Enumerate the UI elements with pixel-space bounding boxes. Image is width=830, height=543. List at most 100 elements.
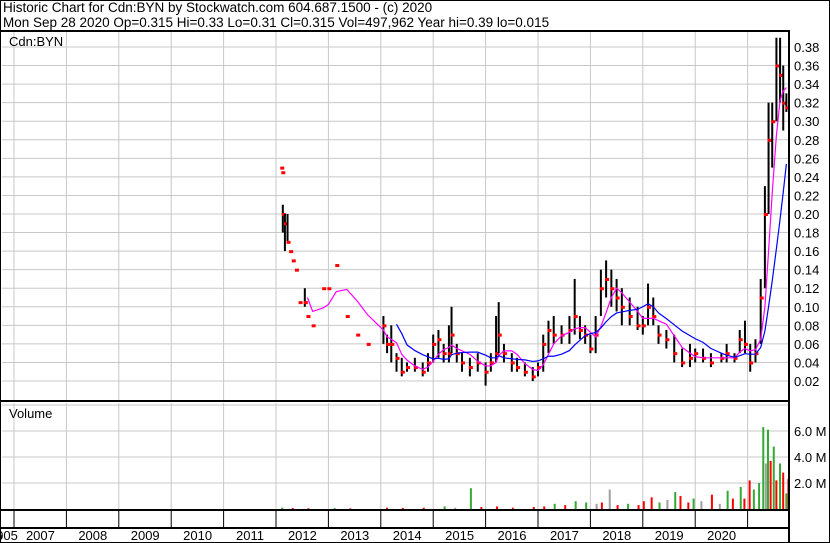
x-tick-label: 2015	[445, 528, 474, 543]
volume-bar	[758, 483, 761, 509]
close-marker	[610, 287, 615, 291]
volume-tick-label: 6.0 M	[794, 424, 827, 439]
x-tick-label: 2013	[340, 528, 369, 543]
y-tick-label: 0.14	[794, 263, 819, 278]
x-tick-label: 2011	[236, 528, 264, 543]
y-tick-label: 0.10	[794, 300, 819, 315]
volume-bar	[700, 501, 703, 509]
close-marker	[523, 370, 528, 374]
volume-bar	[785, 493, 788, 509]
volume-bar	[616, 505, 619, 509]
volume-bar	[748, 480, 751, 509]
close-marker	[636, 324, 641, 328]
close-marker	[759, 296, 764, 300]
volume-bar	[666, 499, 669, 509]
close-marker	[289, 250, 294, 254]
grid	[2, 30, 789, 509]
x-tick-label: 2016	[498, 528, 527, 543]
y-tick-label: 0.16	[794, 244, 819, 259]
x-tick-label: 2010	[183, 528, 212, 543]
close-marker	[531, 375, 536, 379]
y-tick-label: 0.20	[794, 207, 819, 222]
volume-bar	[731, 498, 734, 509]
x-tick-label: 2019	[655, 528, 684, 543]
close-marker	[303, 301, 308, 305]
volume-bar	[333, 508, 336, 509]
close-marker	[437, 338, 442, 342]
close-marker	[620, 305, 625, 309]
outer-frame	[0, 0, 830, 543]
close-marker	[327, 287, 332, 291]
volume-bar	[543, 506, 546, 509]
volume-bar	[480, 507, 483, 509]
close-marker	[657, 333, 662, 337]
y-tick-label: 0.06	[794, 337, 819, 352]
close-marker	[356, 333, 361, 337]
close-marker	[280, 166, 285, 170]
close-marker	[450, 333, 455, 337]
close-marker	[749, 361, 754, 365]
volume-bar	[532, 507, 535, 509]
volume-bar	[764, 463, 767, 509]
close-marker	[345, 315, 350, 319]
y-tick-label: 0.30	[794, 114, 819, 129]
close-marker	[775, 64, 780, 68]
close-marker	[767, 138, 772, 142]
close-marker	[497, 333, 502, 337]
volume-bars	[281, 427, 790, 509]
volume-bar	[775, 480, 778, 509]
moving-averages	[306, 87, 787, 372]
close-marker	[673, 352, 678, 356]
close-marker	[294, 268, 299, 272]
close-marker	[468, 366, 473, 370]
volume-bar	[595, 503, 598, 509]
close-marker	[406, 366, 410, 370]
close-marker	[652, 315, 657, 319]
close-marker	[641, 324, 646, 328]
volume-bar	[766, 429, 769, 509]
close-marker	[578, 328, 583, 332]
close-marker	[628, 315, 633, 319]
close-marker	[281, 171, 286, 175]
volume-bar	[553, 503, 556, 509]
close-marker	[516, 366, 521, 370]
volume-bar	[401, 507, 404, 509]
volume-bar	[574, 501, 577, 509]
y-tick-label: 0.22	[794, 188, 819, 203]
x-tick-label: 2018	[602, 528, 631, 543]
volume-bar	[627, 503, 630, 509]
volume-bar	[600, 502, 603, 509]
close-marker	[298, 301, 303, 305]
close-marker	[382, 324, 387, 328]
x-tick-label: 2009	[131, 528, 160, 543]
volume-bar	[608, 489, 611, 509]
y-tick-label: 0.18	[794, 226, 819, 241]
close-marker	[605, 277, 610, 281]
volume-bar	[674, 492, 677, 509]
close-marker	[542, 342, 547, 346]
x-tick-label: 2008	[78, 528, 107, 543]
volume-bar	[726, 490, 729, 509]
y-tick-label: 0.02	[794, 374, 819, 389]
close-marker	[484, 370, 489, 374]
close-marker	[589, 347, 594, 351]
volume-bar	[307, 508, 310, 509]
volume-bar	[422, 507, 425, 509]
close-marker	[432, 342, 437, 346]
volume-bar	[692, 498, 695, 509]
volume-panel-label: Volume	[9, 406, 52, 421]
close-marker	[771, 120, 776, 124]
close-marker	[311, 324, 316, 328]
moving-average-long-line	[395, 163, 787, 363]
close-marker	[647, 305, 652, 309]
volume-bar	[454, 507, 457, 509]
close-marker	[306, 315, 311, 319]
volume-bar	[511, 507, 514, 509]
close-marker	[552, 333, 557, 337]
x-tick-label: 2017	[550, 528, 579, 543]
volume-bar	[585, 502, 588, 509]
volume-tick-label: 4.0 M	[794, 450, 827, 465]
close-marker	[665, 338, 670, 342]
close-marker	[286, 240, 291, 244]
volume-tick-label: 2.0 M	[794, 476, 827, 491]
